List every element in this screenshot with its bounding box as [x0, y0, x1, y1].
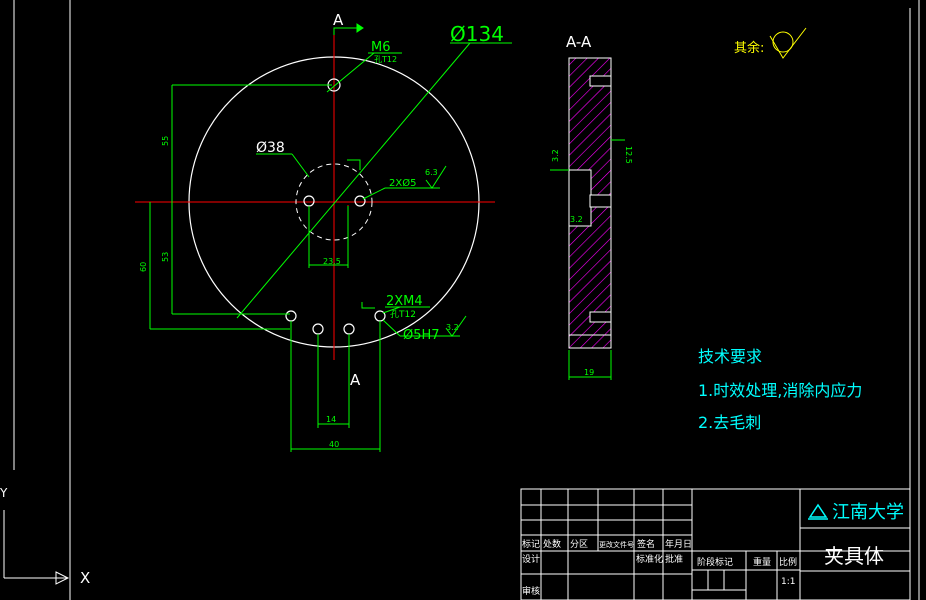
- holes-roughness: 6.3: [425, 168, 438, 177]
- section-roughness-right: 12.5: [624, 146, 633, 164]
- label-weight: 重量: [753, 556, 771, 568]
- tech-title: 技术要求: [698, 347, 762, 366]
- label-mark: 标记: [522, 538, 540, 550]
- svg-text:其余:: 其余:: [734, 40, 764, 56]
- thread-top-label: M6: [371, 40, 391, 55]
- thread-top-depth: 孔T12: [374, 55, 397, 64]
- tech-item-1: 1.时效处理,消除内应力: [698, 381, 862, 400]
- ucs-icon: [3, 510, 70, 585]
- outer-diameter-label: Ø134: [450, 22, 504, 46]
- roughness-symbols: [425, 165, 467, 337]
- label-count: 处数: [543, 538, 561, 550]
- section-view: A-A 3.2 12.5 3.2 19: [550, 33, 633, 380]
- label-design: 设计: [522, 553, 540, 565]
- pin-roughness: 3.2: [446, 323, 459, 332]
- dim-14: 14: [326, 415, 336, 424]
- tech-item-2: 2.去毛刺: [698, 413, 761, 432]
- section-roughness-mid: 3.2: [570, 215, 583, 224]
- plan-view: A A Ø134 Ø38 M6 孔T12 2XØ5 6.3 2XM4 孔T12 …: [135, 11, 512, 452]
- tech-requirements: 技术要求 1.时效处理,消除内应力 2.去毛刺: [698, 347, 862, 432]
- drawing-svg: A A Ø134 Ø38 M6 孔T12 2XØ5 6.3 2XM4 孔T12 …: [0, 0, 920, 600]
- section-title: A-A: [566, 33, 592, 51]
- label-change-doc: 更改文件号: [599, 540, 634, 549]
- section-roughness-left: 3.2: [551, 149, 560, 162]
- holes-label: 2XØ5: [389, 177, 416, 189]
- pin-hole-label: Ø5H7: [403, 328, 440, 343]
- section-marker-top: A: [333, 11, 344, 29]
- thread-bottom-label: 2XM4: [386, 294, 423, 309]
- label-standardize: 标准化: [636, 553, 663, 565]
- section-dim-width: 19: [584, 368, 594, 377]
- label-sign: 签名: [637, 538, 655, 550]
- thread-bottom-depth: 孔T12: [390, 309, 416, 320]
- dim-55: 55: [161, 136, 170, 146]
- bore-diameter-label: Ø38: [256, 140, 285, 156]
- dimension-lines: [149, 23, 512, 452]
- small-holes: [285, 78, 386, 335]
- title-block-text: 标记 处数 分区 更改文件号 签名 年月日 设计 标准化 批准 阶段标记 重量 …: [522, 502, 904, 597]
- university-name: 江南大学: [832, 502, 904, 523]
- dim-60: 60: [139, 262, 148, 272]
- section-marker-bottom: A: [350, 371, 361, 389]
- roughness-other-note: 其余:: [734, 27, 807, 59]
- scale-value: 1:1: [781, 577, 795, 587]
- label-stage-mark: 阶段标记: [697, 556, 733, 568]
- part-name: 夹具体: [824, 544, 884, 568]
- cad-drawing-canvas[interactable]: A A Ø134 Ø38 M6 孔T12 2XØ5 6.3 2XM4 孔T12 …: [0, 0, 926, 600]
- dim-40: 40: [329, 440, 339, 449]
- ucs-y-label: Y: [0, 486, 8, 500]
- ucs-x-label: X: [80, 569, 90, 587]
- university-logo-icon: [808, 503, 828, 520]
- dim-23-5: 23.5: [323, 257, 341, 266]
- label-date: 年月日: [665, 538, 692, 550]
- label-audit: 审核: [522, 585, 540, 597]
- label-zone: 分区: [570, 539, 588, 550]
- dim-53: 53: [161, 252, 170, 262]
- label-scale: 比例: [779, 556, 797, 568]
- label-approve: 批准: [665, 553, 683, 565]
